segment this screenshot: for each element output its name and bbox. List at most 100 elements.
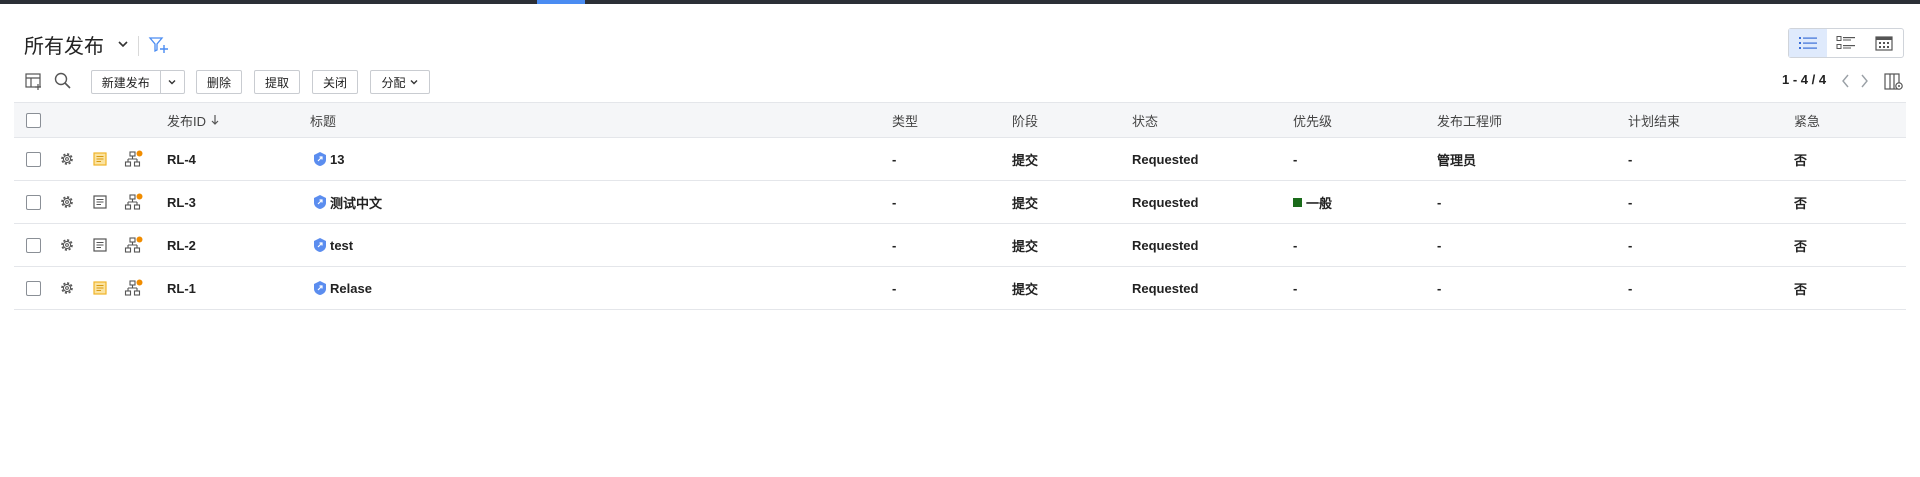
detail-view-button[interactable] bbox=[1827, 29, 1865, 57]
gear-icon[interactable] bbox=[59, 280, 75, 296]
column-header-type[interactable]: 类型 bbox=[892, 103, 918, 137]
note-icon[interactable] bbox=[92, 237, 108, 253]
release-engineer: 管理员 bbox=[1437, 152, 1477, 168]
table-row[interactable]: RL-1 Relase - 提交 Requested - - - 否 bbox=[14, 267, 1906, 310]
gear-icon[interactable] bbox=[59, 237, 75, 253]
release-status: Requested bbox=[1132, 194, 1199, 210]
select-all-checkbox[interactable] bbox=[26, 112, 41, 128]
release-table: 发布ID 标题 类型 阶段 状态 优先级 发布工程师 计划结束 紧急 RL-4 … bbox=[14, 102, 1906, 310]
view-switch bbox=[1788, 28, 1904, 58]
new-release-button[interactable]: 新建发布 bbox=[92, 71, 161, 93]
chevron-down-icon bbox=[118, 41, 128, 48]
table-row[interactable]: RL-2 test - 提交 Requested - - - 否 bbox=[14, 224, 1906, 267]
gear-icon[interactable] bbox=[59, 151, 75, 167]
release-title[interactable]: Relase bbox=[312, 267, 372, 309]
delete-button[interactable]: 删除 bbox=[196, 70, 242, 94]
chevron-down-icon bbox=[410, 80, 417, 85]
priority-indicator bbox=[1293, 197, 1302, 207]
release-id[interactable]: RL-3 bbox=[167, 181, 196, 223]
release-engineer: - bbox=[1437, 194, 1442, 210]
release-priority: 一般 bbox=[1293, 181, 1332, 223]
detail-list-icon bbox=[1836, 36, 1855, 49]
new-release-dropdown-button[interactable] bbox=[161, 71, 184, 93]
assign-label: 分配 bbox=[381, 75, 406, 90]
hierarchy-icon[interactable] bbox=[124, 193, 144, 211]
pager-range: 1 - 4 / 4 bbox=[1782, 72, 1827, 87]
release-shield-icon bbox=[314, 281, 326, 295]
release-urgent: 否 bbox=[1794, 281, 1808, 297]
release-stage: 提交 bbox=[1012, 152, 1039, 168]
close-button[interactable]: 关闭 bbox=[312, 70, 358, 94]
release-title-text: 测试中文 bbox=[330, 195, 383, 211]
release-priority-text: 一般 bbox=[1306, 195, 1333, 211]
release-stage: 提交 bbox=[1012, 195, 1039, 211]
release-priority: - bbox=[1293, 237, 1298, 253]
release-shield-icon bbox=[314, 152, 326, 166]
column-header-id[interactable]: 发布ID bbox=[167, 103, 220, 137]
assign-button[interactable]: 分配 bbox=[370, 70, 430, 94]
note-icon[interactable] bbox=[92, 151, 108, 167]
release-status: Requested bbox=[1132, 151, 1199, 167]
release-title-text: 13 bbox=[330, 151, 345, 167]
top-bar bbox=[0, 0, 1920, 4]
hierarchy-icon[interactable] bbox=[124, 150, 144, 168]
release-type: - bbox=[892, 194, 897, 210]
row-checkbox[interactable] bbox=[26, 151, 41, 167]
release-type: - bbox=[892, 280, 897, 296]
column-header-engineer[interactable]: 发布工程师 bbox=[1437, 103, 1502, 137]
release-priority: - bbox=[1293, 151, 1298, 167]
release-title-text: Relase bbox=[330, 280, 372, 296]
column-settings-icon[interactable] bbox=[1884, 72, 1904, 92]
hierarchy-icon[interactable] bbox=[124, 279, 144, 297]
table-row[interactable]: RL-3 测试中文 - 提交 Requested 一般 - - 否 bbox=[14, 181, 1906, 224]
list-icon bbox=[1799, 37, 1817, 49]
release-stage: 提交 bbox=[1012, 238, 1039, 254]
row-checkbox[interactable] bbox=[26, 237, 41, 253]
release-urgent: 否 bbox=[1794, 152, 1808, 168]
column-header-title[interactable]: 标题 bbox=[310, 103, 336, 137]
release-planned-end: - bbox=[1628, 237, 1633, 253]
calendar-icon bbox=[1875, 36, 1893, 51]
hierarchy-icon[interactable] bbox=[124, 236, 144, 254]
column-header-stage[interactable]: 阶段 bbox=[1012, 103, 1038, 137]
list-view-button[interactable] bbox=[1789, 29, 1827, 57]
release-id[interactable]: RL-2 bbox=[167, 224, 196, 266]
column-header-planned-end[interactable]: 计划结束 bbox=[1628, 103, 1680, 137]
new-release-split-button: 新建发布 bbox=[91, 70, 185, 94]
extract-button[interactable]: 提取 bbox=[254, 70, 300, 94]
chevron-down-icon bbox=[168, 80, 176, 85]
release-title[interactable]: 测试中文 bbox=[312, 181, 382, 223]
filter-add-icon[interactable] bbox=[148, 35, 170, 55]
sort-descending-icon bbox=[211, 115, 219, 125]
row-checkbox[interactable] bbox=[26, 194, 41, 210]
release-title-text: test bbox=[330, 237, 354, 253]
release-title[interactable]: test bbox=[312, 224, 353, 266]
release-engineer: - bbox=[1437, 280, 1442, 296]
row-checkbox[interactable] bbox=[26, 280, 41, 296]
note-icon[interactable] bbox=[92, 280, 108, 296]
view-title: 所有发布 bbox=[24, 35, 104, 58]
table-row[interactable]: RL-4 13 - 提交 Requested - 管理员 - 否 bbox=[14, 138, 1906, 181]
release-id[interactable]: RL-1 bbox=[167, 267, 196, 309]
release-planned-end: - bbox=[1628, 280, 1633, 296]
calendar-view-button[interactable] bbox=[1865, 29, 1903, 57]
column-header-urgent[interactable]: 紧急 bbox=[1794, 103, 1820, 137]
chevron-right-icon[interactable] bbox=[1856, 72, 1872, 90]
release-shield-icon bbox=[314, 238, 326, 252]
chevron-left-icon[interactable] bbox=[1838, 72, 1854, 90]
release-title[interactable]: 13 bbox=[312, 138, 344, 180]
table-header: 发布ID 标题 类型 阶段 状态 优先级 发布工程师 计划结束 紧急 bbox=[14, 102, 1906, 138]
column-id-label: 发布ID bbox=[167, 113, 207, 129]
release-id[interactable]: RL-4 bbox=[167, 138, 196, 180]
release-urgent: 否 bbox=[1794, 238, 1808, 254]
gear-icon[interactable] bbox=[59, 194, 75, 210]
release-priority: - bbox=[1293, 280, 1298, 296]
note-icon[interactable] bbox=[92, 194, 108, 210]
release-planned-end: - bbox=[1628, 151, 1633, 167]
table-add-icon[interactable] bbox=[24, 71, 44, 91]
column-header-status[interactable]: 状态 bbox=[1132, 103, 1158, 137]
search-icon[interactable] bbox=[53, 71, 73, 91]
release-urgent: 否 bbox=[1794, 195, 1808, 211]
column-header-priority[interactable]: 优先级 bbox=[1293, 103, 1332, 137]
view-selector[interactable]: 所有发布 bbox=[24, 30, 130, 58]
